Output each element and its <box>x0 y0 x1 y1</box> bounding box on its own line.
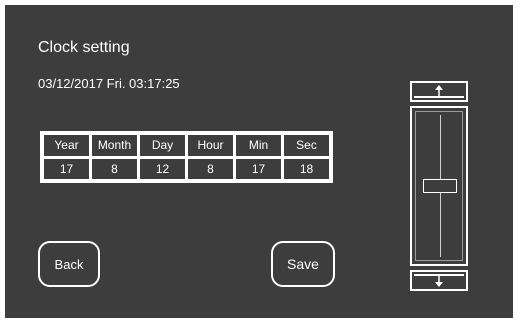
value-month[interactable]: 8 <box>92 158 137 179</box>
slider-thumb[interactable] <box>423 179 457 193</box>
header-day: Day <box>140 135 185 156</box>
value-min[interactable]: 17 <box>236 158 281 179</box>
header-year: Year <box>44 135 89 156</box>
header-hour: Hour <box>188 135 233 156</box>
header-month: Month <box>92 135 137 156</box>
header-min: Min <box>236 135 281 156</box>
arrow-down-icon <box>435 276 443 287</box>
value-year[interactable]: 17 <box>44 158 89 179</box>
scroll-down-button[interactable] <box>410 270 468 291</box>
datetime-grid: Year Month Day Hour Min Sec 17 8 12 8 17… <box>40 131 333 183</box>
current-datetime: 03/12/2017 Fri. 03:17:25 <box>38 76 180 91</box>
save-button[interactable]: Save <box>271 241 335 287</box>
header-sec: Sec <box>284 135 329 156</box>
vertical-slider[interactable] <box>410 106 468 266</box>
value-day[interactable]: 12 <box>140 158 185 179</box>
back-button[interactable]: Back <box>38 241 100 287</box>
clock-setting-screen: Clock setting 03/12/2017 Fri. 03:17:25 Y… <box>5 5 513 318</box>
arrow-up-icon <box>435 85 443 96</box>
value-hour[interactable]: 8 <box>188 158 233 179</box>
scroll-up-button[interactable] <box>410 81 468 102</box>
value-sec[interactable]: 18 <box>284 158 329 179</box>
page-title: Clock setting <box>38 39 130 56</box>
